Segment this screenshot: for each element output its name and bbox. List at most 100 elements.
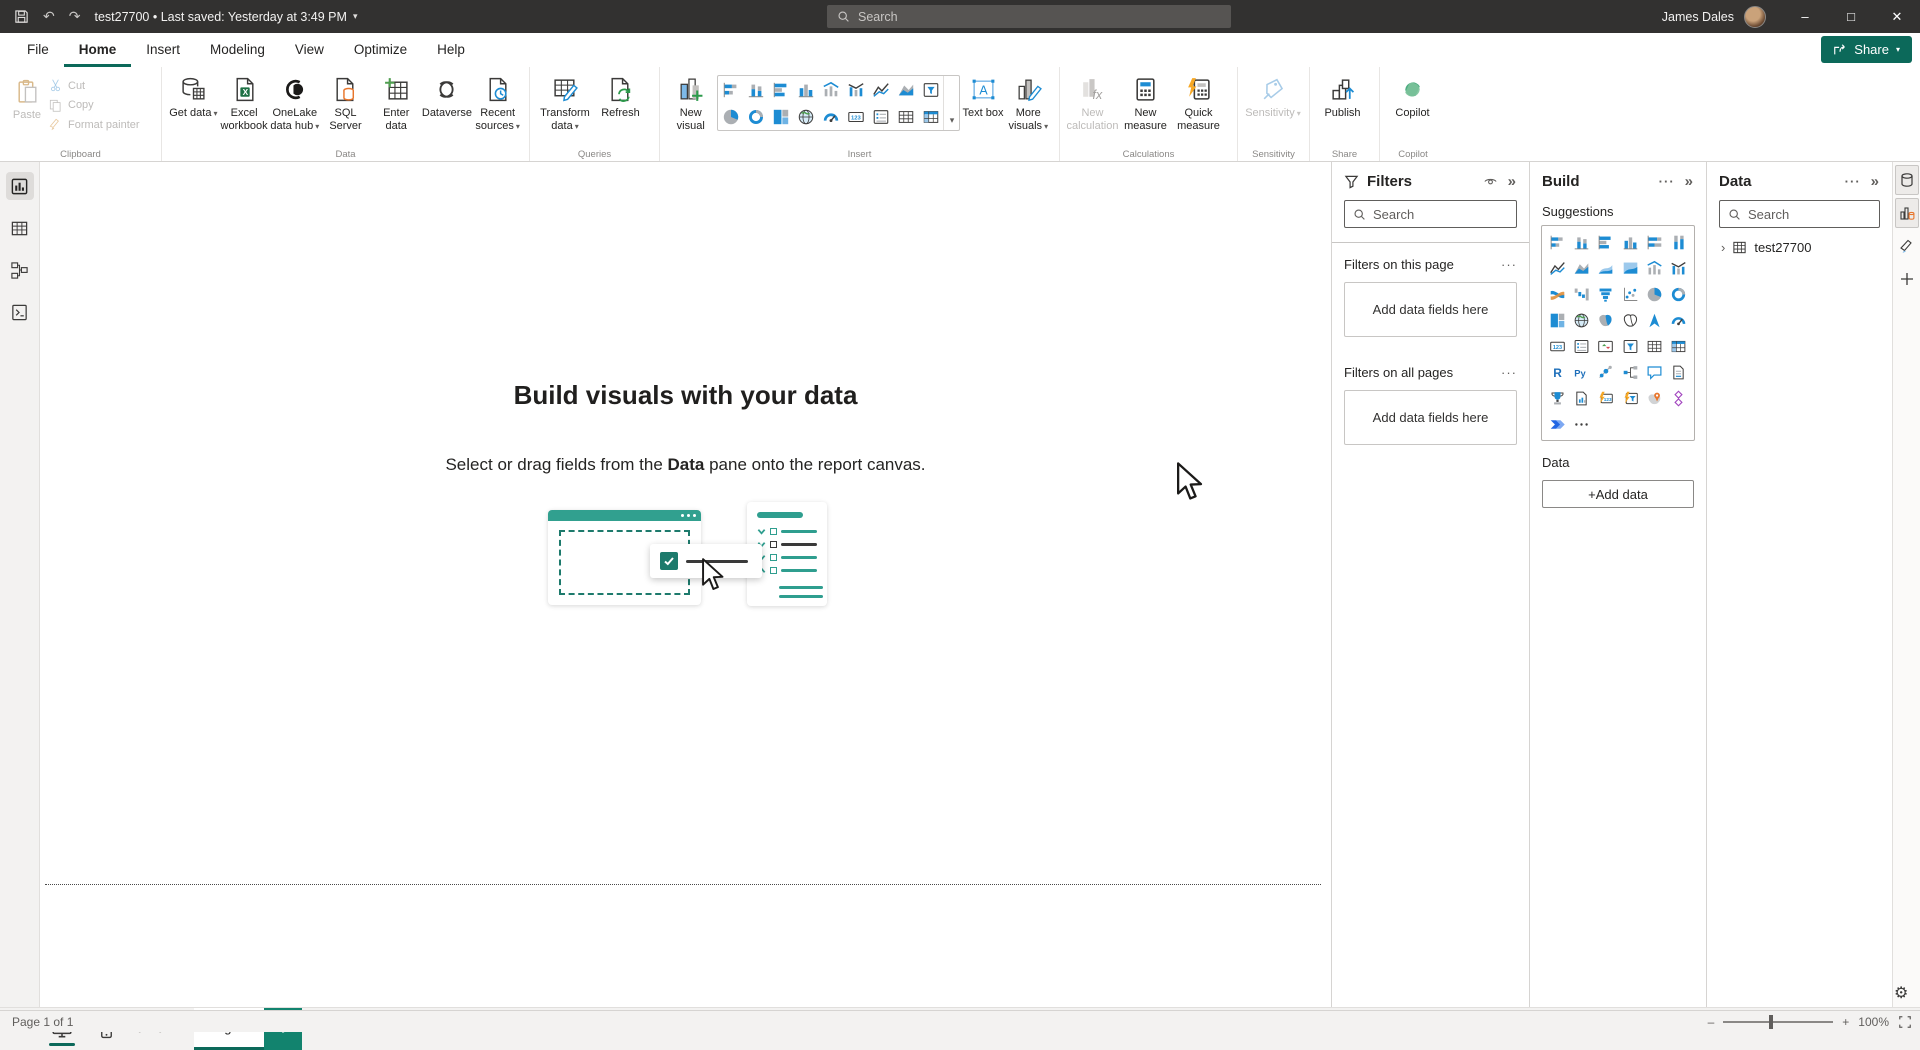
arcgis-map-icon[interactable] bbox=[1642, 386, 1666, 410]
quick-measure-button[interactable]: Quick measure bbox=[1172, 72, 1225, 133]
menu-tab-home[interactable]: Home bbox=[64, 35, 132, 67]
power-automate-visual-icon[interactable] bbox=[1618, 386, 1642, 410]
menu-tab-modeling[interactable]: Modeling bbox=[195, 35, 280, 67]
clustered-bar-icon[interactable] bbox=[1594, 230, 1618, 254]
maximize-button[interactable]: □ bbox=[1828, 0, 1874, 33]
table-icon[interactable] bbox=[893, 103, 918, 130]
donut-icon[interactable] bbox=[743, 103, 768, 130]
menu-tab-insert[interactable]: Insert bbox=[131, 35, 195, 67]
gauge-icon[interactable] bbox=[818, 103, 843, 130]
stacked-column-icon[interactable] bbox=[1569, 230, 1593, 254]
more-options-icon[interactable]: ··· bbox=[1501, 365, 1517, 380]
data-table-item[interactable]: › test27700 bbox=[1707, 228, 1892, 255]
user-name[interactable]: James Dales bbox=[1662, 10, 1734, 24]
key-influencers-icon[interactable] bbox=[1594, 360, 1618, 384]
decomposition-tree-icon[interactable] bbox=[1618, 360, 1642, 384]
more-options-icon[interactable] bbox=[1569, 412, 1593, 436]
filters-search-box[interactable] bbox=[1344, 200, 1517, 228]
more-options-icon[interactable]: ··· bbox=[1659, 174, 1675, 189]
enter-data-button[interactable]: Enter data bbox=[371, 72, 422, 133]
python-icon[interactable] bbox=[1569, 360, 1593, 384]
scatter-icon[interactable] bbox=[1618, 282, 1642, 306]
onelake-data-hub-button[interactable]: OneLake data hub▾ bbox=[269, 72, 320, 133]
slicer-icon[interactable] bbox=[918, 76, 943, 103]
line-clustered-column-combo-icon[interactable] bbox=[843, 76, 868, 103]
filters-all-pages-dropzone[interactable]: Add data fields here bbox=[1344, 390, 1517, 445]
clustered-column-icon[interactable] bbox=[1618, 230, 1642, 254]
table-icon[interactable] bbox=[1642, 334, 1666, 358]
sql-server-button[interactable]: SQL Server bbox=[320, 72, 371, 133]
ribbon-chart-icon[interactable] bbox=[1545, 282, 1569, 306]
zoom-slider[interactable] bbox=[1723, 1021, 1833, 1023]
paginated-report-icon[interactable] bbox=[1569, 386, 1593, 410]
stacked-area-100-icon[interactable] bbox=[1618, 256, 1642, 280]
copilot-button[interactable]: Copilot bbox=[1386, 72, 1439, 120]
stacked-bar-icon[interactable] bbox=[1545, 230, 1569, 254]
more-options-icon[interactable]: ··· bbox=[1845, 174, 1861, 189]
area-icon[interactable] bbox=[1569, 256, 1593, 280]
menu-tab-view[interactable]: View bbox=[280, 35, 339, 67]
cut-button[interactable]: Cut bbox=[48, 76, 140, 96]
filters-search-input[interactable] bbox=[1373, 207, 1508, 222]
power-automate-icon[interactable] bbox=[1545, 412, 1569, 436]
copy-button[interactable]: Copy bbox=[48, 96, 140, 116]
waterfall-icon[interactable] bbox=[1569, 282, 1593, 306]
build-pane-toggle-button[interactable] bbox=[1895, 198, 1919, 228]
format-painter-button[interactable]: Format painter bbox=[48, 115, 140, 135]
line-stacked-column-combo-icon[interactable] bbox=[818, 76, 843, 103]
line-icon[interactable] bbox=[868, 76, 893, 103]
excel-workbook-button[interactable]: Excel workbook bbox=[219, 72, 270, 133]
table-view-button[interactable] bbox=[6, 214, 34, 242]
new-calculation-button[interactable]: New calculation bbox=[1066, 72, 1119, 133]
filled-map-icon[interactable] bbox=[1594, 308, 1618, 332]
dax-query-view-button[interactable] bbox=[6, 298, 34, 326]
stacked-area-icon[interactable] bbox=[1594, 256, 1618, 280]
undo-icon[interactable]: ↶ bbox=[43, 8, 55, 25]
refresh-button[interactable]: Refresh bbox=[594, 72, 647, 120]
transform-data-button[interactable]: Transform data▾ bbox=[536, 72, 594, 133]
sensitivity-button[interactable]: Sensitivity▾ bbox=[1244, 72, 1302, 120]
metrics-icon[interactable] bbox=[1545, 386, 1569, 410]
more-visuals-button[interactable]: More visuals▾ bbox=[1004, 72, 1053, 133]
menu-tab-file[interactable]: File bbox=[12, 35, 64, 67]
save-icon[interactable] bbox=[14, 9, 29, 24]
slicer-icon[interactable] bbox=[1618, 334, 1642, 358]
funnel-icon[interactable] bbox=[1594, 282, 1618, 306]
fit-to-page-icon[interactable] bbox=[1898, 1015, 1912, 1029]
map-globe-icon[interactable] bbox=[1569, 308, 1593, 332]
expand-chevron-icon[interactable]: › bbox=[1721, 240, 1725, 255]
multi-row-card-icon[interactable] bbox=[868, 103, 893, 130]
stacked-bar-icon[interactable] bbox=[718, 76, 743, 103]
line-stacked-column-combo-icon[interactable] bbox=[1642, 256, 1666, 280]
zoom-out-button[interactable]: – bbox=[1708, 1015, 1715, 1029]
minimize-button[interactable]: – bbox=[1782, 0, 1828, 33]
clustered-bar-icon[interactable] bbox=[768, 76, 793, 103]
pie-icon[interactable] bbox=[1642, 282, 1666, 306]
stacked-bar-100-icon[interactable] bbox=[1642, 230, 1666, 254]
stacked-column-icon[interactable] bbox=[743, 76, 768, 103]
close-button[interactable]: ✕ bbox=[1874, 0, 1920, 33]
line-clustered-column-combo-icon[interactable] bbox=[1667, 256, 1691, 280]
donut-icon[interactable] bbox=[1667, 282, 1691, 306]
menu-tab-optimize[interactable]: Optimize bbox=[339, 35, 422, 67]
add-data-button[interactable]: +Add data bbox=[1542, 480, 1694, 508]
card-icon[interactable] bbox=[843, 103, 868, 130]
treemap-icon[interactable] bbox=[1545, 308, 1569, 332]
kpi-icon[interactable] bbox=[1594, 334, 1618, 358]
user-avatar[interactable] bbox=[1744, 6, 1766, 28]
paste-button[interactable]: Paste bbox=[6, 72, 48, 122]
text-box-button[interactable]: Text box bbox=[962, 72, 1003, 120]
r-script-icon[interactable] bbox=[1545, 360, 1569, 384]
matrix-icon[interactable] bbox=[1667, 334, 1691, 358]
data-search-box[interactable] bbox=[1719, 200, 1880, 228]
matrix-icon[interactable] bbox=[918, 103, 943, 130]
filters-collapse-icon[interactable]: » bbox=[1508, 173, 1517, 190]
smart-narrative-icon[interactable] bbox=[1667, 360, 1691, 384]
add-pane-button[interactable] bbox=[1895, 264, 1919, 294]
recent-sources-button[interactable]: Recent sources▾ bbox=[472, 72, 523, 133]
clustered-column-icon[interactable] bbox=[793, 76, 818, 103]
menu-tab-help[interactable]: Help bbox=[422, 35, 480, 67]
model-view-button[interactable] bbox=[6, 256, 34, 284]
map-globe-icon[interactable] bbox=[793, 103, 818, 130]
global-search-box[interactable]: Search bbox=[827, 5, 1231, 28]
